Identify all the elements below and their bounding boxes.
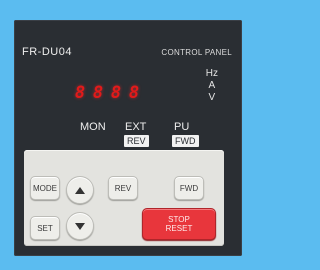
mode-button[interactable]: MODE — [30, 176, 60, 200]
down-button[interactable] — [66, 212, 94, 240]
fwd-button-label: FWD — [179, 183, 199, 193]
down-arrow-icon — [75, 222, 85, 230]
led-digit: 8 — [128, 83, 140, 103]
mode-button-label: MODE — [33, 183, 57, 193]
unit-v: V — [208, 92, 216, 103]
model-label: FR-DU04 — [22, 46, 72, 58]
mode-indicators: MON EXT PU REV FWD — [80, 121, 220, 151]
mode-ext-label: EXT — [125, 121, 147, 133]
mode-mon-label: MON — [80, 121, 106, 133]
led-display: 8 8 8 8 — [74, 83, 140, 103]
unit-hz: Hz — [205, 68, 218, 79]
led-digit: 8 — [110, 83, 122, 103]
stop-reset-button[interactable]: STOP RESET — [142, 208, 216, 240]
panel-header: FR-DU04 CONTROL PANEL — [22, 46, 232, 58]
set-button-label: SET — [37, 223, 53, 233]
unit-a: A — [208, 80, 216, 91]
set-button[interactable]: SET — [30, 216, 60, 240]
up-button[interactable] — [66, 176, 94, 204]
stop-label: STOP — [168, 215, 190, 224]
unit-indicators: Hz A V — [206, 68, 218, 104]
up-arrow-icon — [75, 186, 85, 194]
keypad: MODE SET REV FWD STOP RESET — [24, 150, 224, 246]
fwd-button[interactable]: FWD — [174, 176, 204, 200]
led-digit: 8 — [92, 83, 104, 103]
rev-button[interactable]: REV — [108, 176, 138, 200]
mode-pu-label: PU — [174, 121, 190, 133]
fwd-indicator: FWD — [172, 135, 199, 147]
led-digit: 8 — [74, 83, 86, 103]
reset-label: RESET — [165, 224, 193, 233]
panel-subtitle: CONTROL PANEL — [161, 47, 232, 57]
rev-indicator: REV — [124, 135, 149, 147]
rev-button-label: REV — [114, 183, 132, 193]
